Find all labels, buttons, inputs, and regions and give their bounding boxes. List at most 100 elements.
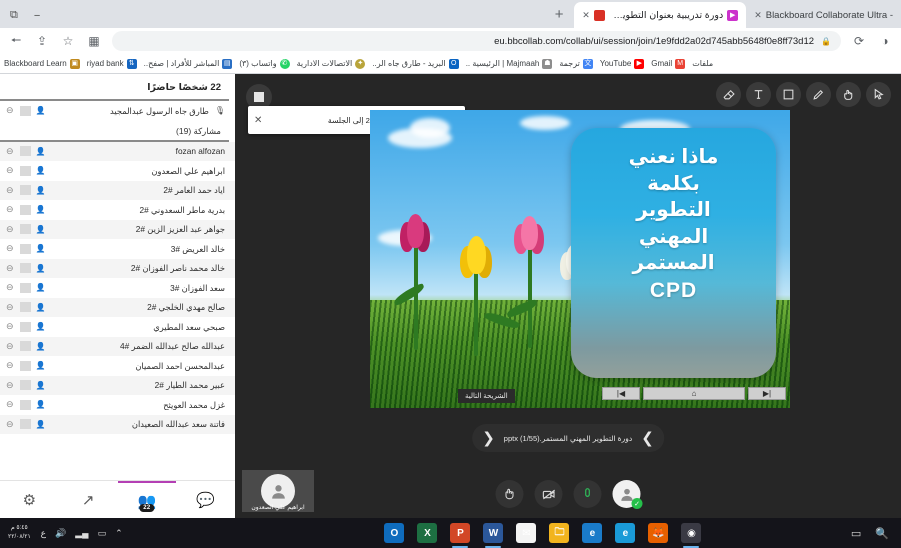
more-options-icon[interactable]: ⊖ xyxy=(6,204,14,215)
search-icon[interactable]: 🔍 xyxy=(875,527,889,540)
panel-tab-share-content[interactable]: ↗ xyxy=(59,481,118,518)
address-bar[interactable]: eu.bbcollab.com/collab/ui/session/join/1… xyxy=(112,31,841,51)
network-icon[interactable]: ▂▄ xyxy=(75,528,88,539)
more-options-icon[interactable]: ⊖ xyxy=(6,243,14,254)
chevron-up-icon[interactable]: ⌃ xyxy=(115,528,123,539)
list-item[interactable]: اياد حمد العامر #2 👤 ⊖ xyxy=(0,180,235,200)
list-item[interactable]: غزل محمد العويثح 👤 ⊖ xyxy=(0,395,235,415)
tab-close-icon[interactable]: ✕ xyxy=(582,10,590,21)
list-item[interactable]: عبدالمحسن احمد الصميان 👤 ⊖ xyxy=(0,356,235,376)
eraser-icon[interactable] xyxy=(716,82,741,107)
prev-slide-button[interactable]: ❮ xyxy=(482,431,495,446)
bookmark-star-icon[interactable]: ☆ xyxy=(60,34,76,48)
more-options-icon[interactable]: ⊖ xyxy=(6,185,14,196)
reload-icon[interactable]: ⟳ xyxy=(851,34,867,48)
list-item[interactable]: سعد الفوزان #3 👤 ⊖ xyxy=(0,278,235,298)
more-options-icon[interactable]: ⊖ xyxy=(6,263,14,274)
bookmark-item[interactable]: M Gmail xyxy=(651,58,686,69)
back-icon[interactable]: 🠔 xyxy=(8,31,24,52)
hand-icon[interactable] xyxy=(836,82,861,107)
close-icon[interactable]: ✕ xyxy=(254,115,262,126)
slide-canvas[interactable]: ماذا نعني بكلمة التطوير المهني المستمر C… xyxy=(370,110,790,408)
browser-tab-0[interactable]: ✕ دورة تدريبية بعنوان التطوير ال.. xyxy=(574,2,747,28)
bookmark-item[interactable]: ▶ YouTube xyxy=(600,58,645,69)
pencil-icon[interactable] xyxy=(806,82,831,107)
attendees-list[interactable]: 🎙 طارق جاه الرسول عبدالمجيد 👤 ⊖ مشاركة (… xyxy=(0,99,235,480)
text-icon[interactable] xyxy=(746,82,771,107)
taskbar-app-word[interactable]: W xyxy=(483,523,504,548)
taskbar-app-firefox[interactable]: 🦊 xyxy=(648,523,669,543)
camera-button[interactable] xyxy=(534,480,563,508)
taskbar-app-outlook[interactable]: O xyxy=(384,523,405,543)
more-options-icon[interactable]: ⊖ xyxy=(6,105,14,116)
tab-close-icon[interactable]: ✕ xyxy=(754,10,762,21)
bookmark-item[interactable]: 文 ترجمة xyxy=(559,58,593,69)
list-item[interactable]: ابراهيم علي الصعدون 👤 ⊖ xyxy=(0,161,235,181)
next-slide-button[interactable]: ❯ xyxy=(641,431,654,446)
more-options-icon[interactable]: ⊖ xyxy=(6,380,14,391)
list-item[interactable]: عبدالله صالح عبدالله الضمر #4 👤 ⊖ xyxy=(0,336,235,356)
panel-tab-attendees[interactable]: 👥 22 xyxy=(117,481,177,518)
panel-tab-settings[interactable]: ⚙ xyxy=(0,481,59,518)
ppt-first-button[interactable]: |◀ xyxy=(602,387,640,400)
windows-taskbar: ٥:٤٥ م ٢٢/٠٨/٢١ ع 🔊 ▂▄ ▭ ⌃ O X P W ✉ 🗀 e e 🦊 ◉ ▭ … xyxy=(0,518,901,548)
list-item[interactable]: جواهر عبد العزيز الزين #2 👤 ⊖ xyxy=(0,219,235,239)
taskbar-app-internet-explorer[interactable]: e xyxy=(582,523,603,543)
more-options-icon[interactable]: ⊖ xyxy=(6,302,14,313)
taskbar-app-excel[interactable]: X xyxy=(417,523,438,543)
taskbar-app-file-explorer[interactable]: 🗀 xyxy=(549,523,570,543)
list-item[interactable]: صبحي سعد المطيري 👤 ⊖ xyxy=(0,317,235,337)
extensions-icon[interactable]: ◑ xyxy=(877,34,893,48)
microphone-button[interactable] xyxy=(573,480,602,508)
ppt-home-button[interactable]: ⌂ xyxy=(643,387,745,400)
list-item[interactable]: عبير محمد الطيار #2 👤 ⊖ xyxy=(0,375,235,395)
new-tab-button[interactable]: + xyxy=(548,3,570,25)
shape-icon[interactable] xyxy=(776,82,801,107)
ppt-last-button[interactable]: ▶| xyxy=(748,387,786,400)
more-options-icon[interactable]: ⊖ xyxy=(6,224,14,235)
more-options-icon[interactable]: ⊖ xyxy=(6,360,14,371)
bookmark-item[interactable]: ✆ واتساب (٣) xyxy=(239,58,290,69)
taskbar-app-edge[interactable]: e xyxy=(615,523,636,543)
bookmark-item[interactable]: ▣ Blackboard Learn xyxy=(4,58,80,69)
window-controls[interactable]: ⧉ − xyxy=(0,9,52,28)
list-item[interactable]: 🎙 طارق جاه الرسول عبدالمجيد 👤 ⊖ xyxy=(0,101,235,121)
bookmark-item[interactable]: O البريد - طارق جاه الر.. xyxy=(372,58,459,69)
window-restore-icon[interactable]: ⧉ xyxy=(10,9,18,22)
panel-tab-chat[interactable]: 💬 xyxy=(176,481,235,518)
more-options-icon[interactable]: ⊖ xyxy=(6,321,14,332)
list-item[interactable]: بدرية ماطر السعدوني #2 👤 ⊖ xyxy=(0,200,235,220)
more-options-icon[interactable]: ⊖ xyxy=(6,341,14,352)
taskbar-clock[interactable]: ٥:٤٥ م ٢٢/٠٨/٢١ xyxy=(8,524,31,542)
more-options-icon[interactable]: ⊖ xyxy=(6,165,14,176)
share-icon[interactable]: ⇪ xyxy=(34,34,50,48)
taskbar-app-powerpoint[interactable]: P xyxy=(450,523,471,548)
self-video-tile[interactable]: ابراهيم علي الصعدون xyxy=(242,470,314,512)
list-item[interactable]: صالح مهدي الخلجي #2 👤 ⊖ xyxy=(0,297,235,317)
bookmark-item[interactable]: ☗ Majmaah | الرئيسية .. xyxy=(466,58,553,69)
more-options-icon[interactable]: ⊖ xyxy=(6,146,14,157)
more-options-icon[interactable]: ⊖ xyxy=(6,399,14,410)
task-view-icon[interactable]: ▭ xyxy=(851,527,861,540)
bookmark-item[interactable]: ▤ المباشر للأفراد | صفح.. xyxy=(144,58,233,69)
more-options-icon[interactable]: ⊖ xyxy=(6,419,14,430)
taskbar-app-mail[interactable]: ✉ xyxy=(516,523,537,543)
taskbar-app-chrome[interactable]: ◉ xyxy=(681,523,702,548)
raise-hand-button[interactable] xyxy=(495,480,524,508)
more-options-icon[interactable]: ⊖ xyxy=(6,282,14,293)
list-item[interactable]: فاتنة سعد عبدالله الصعيدان 👤 ⊖ xyxy=(0,414,235,434)
profile-button[interactable]: ✓ xyxy=(612,480,643,509)
bookmark-item[interactable]: ⇅ riyad bank xyxy=(87,58,137,69)
battery-icon[interactable]: ▭ xyxy=(98,528,107,539)
language-icon[interactable]: ع xyxy=(41,528,46,539)
sound-icon[interactable]: 🔊 xyxy=(55,528,66,539)
bookmark-item[interactable]: ملفات xyxy=(692,59,713,68)
list-item[interactable]: خالد العريض #3 👤 ⊖ xyxy=(0,239,235,259)
bookmark-item[interactable]: ✦ الاتصالات الادارية xyxy=(297,58,366,69)
list-item[interactable]: fozan alfozan 👤 ⊖ xyxy=(0,141,235,161)
browser-tab-1[interactable]: ✕ Blackboard Collaborate Ultra - xyxy=(746,2,901,28)
apps-icon[interactable]: ▦ xyxy=(86,34,102,48)
list-item[interactable]: خالد محمد ناصر الفوزان #2 👤 ⊖ xyxy=(0,258,235,278)
pointer-icon[interactable] xyxy=(866,82,891,107)
window-minimize-icon[interactable]: − xyxy=(34,10,40,22)
